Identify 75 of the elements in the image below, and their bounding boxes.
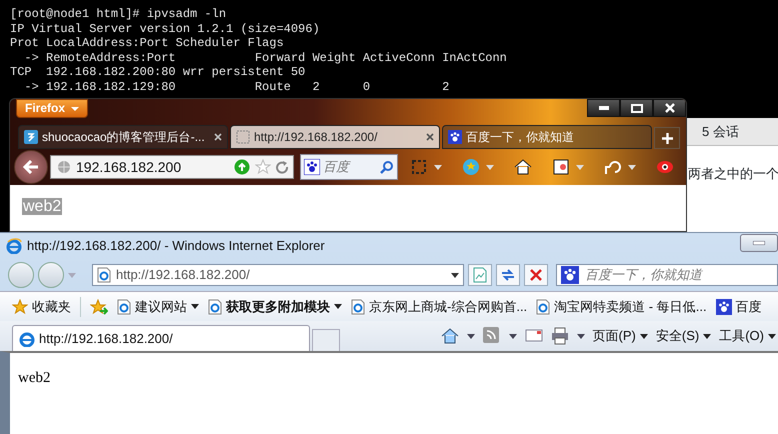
browser-tab[interactable]: shuocaocao的博客管理后台-... [18, 125, 228, 149]
favorites-item[interactable]: 百度 [716, 296, 762, 316]
terminal-line: IP Virtual Server version 1.2.1 (size=4096) [10, 22, 320, 36]
terminal-line: Prot LocalAddress:Port Scheduler Flags [10, 36, 284, 51]
back-button[interactable] [14, 150, 48, 184]
page-text: web2 [18, 370, 50, 386]
terminal-line: TCP 192.168.182.200:80 wrr persistent 50 [10, 65, 306, 80]
home-icon[interactable] [440, 327, 459, 345]
address-field[interactable]: http://192.168.182.200/ [92, 264, 464, 286]
favorites-item[interactable]: 京东网上商城-综合网购首... [351, 296, 528, 316]
badge-icon[interactable] [462, 158, 480, 176]
go-icon[interactable] [234, 159, 250, 175]
caret-icon[interactable] [576, 334, 585, 338]
paw-icon [561, 266, 579, 284]
star-icon[interactable] [255, 159, 271, 175]
favorites-item[interactable]: 淘宝网特卖频道 - 每日低... [536, 296, 707, 316]
page-icon [351, 298, 365, 314]
favorites-item[interactable]: 获取更多附加模块 [208, 296, 342, 316]
minimize-icon [753, 241, 765, 245]
page-icon [117, 298, 131, 314]
maximize-icon [630, 104, 642, 112]
close-icon [664, 103, 674, 113]
globe-icon [57, 160, 71, 174]
terminal-line: -> 192.168.182.129:80 Route 2 0 2 [23, 80, 450, 95]
crop-icon[interactable] [410, 158, 428, 176]
search-field[interactable]: 百度一下，你就知道 [556, 264, 778, 286]
blank-page-icon [236, 130, 250, 144]
compatibility-button[interactable] [468, 264, 492, 286]
menu-button[interactable]: 页面(P) [592, 326, 648, 346]
plus-icon [662, 132, 672, 144]
reload-icon[interactable] [276, 160, 289, 174]
home-icon[interactable] [514, 158, 532, 176]
caret-icon[interactable] [466, 334, 475, 338]
paw-icon [448, 130, 462, 144]
favorites-item[interactable]: 收藏夹 [12, 296, 71, 316]
menu-button[interactable]: 安全(S) [656, 326, 712, 346]
print-icon[interactable] [550, 327, 569, 345]
close-icon[interactable] [214, 133, 222, 141]
page-icon [536, 298, 550, 314]
selected-text: web2 [22, 198, 62, 215]
browser-icon [6, 238, 22, 254]
address-field[interactable]: 192.168.182.200 [50, 155, 294, 179]
feed-icon[interactable] [482, 327, 501, 345]
maximize-button[interactable] [620, 99, 653, 117]
browser-tab[interactable]: http://192.168.182.200/ [12, 325, 310, 351]
paw-icon [304, 159, 320, 175]
add-favorite-icon[interactable] [90, 298, 108, 314]
close-button[interactable] [653, 99, 686, 117]
search-icon [380, 160, 394, 174]
browser-tab[interactable]: http://192.168.182.200/ [230, 125, 440, 149]
terminal-line: [root@node1 html]# ipvsadm -ln [10, 7, 226, 22]
close-icon[interactable] [426, 133, 434, 141]
menu-button[interactable]: 工具(O) [719, 326, 776, 346]
caret-icon[interactable] [508, 334, 517, 338]
page-icon [208, 298, 222, 314]
minimize-icon [598, 106, 608, 110]
favorites-item[interactable]: 建议网站 [117, 296, 199, 316]
refresh-icon [500, 267, 516, 283]
eye-icon[interactable] [656, 158, 674, 176]
minimize-button[interactable] [587, 99, 620, 117]
refresh-button[interactable] [496, 264, 520, 286]
browser-icon [19, 330, 35, 346]
browser-tab[interactable]: 百度一下，你就知道 [442, 125, 652, 149]
new-tab-button[interactable] [654, 127, 680, 149]
back-arrow-icon [23, 160, 39, 174]
search-field[interactable]: 百度 [300, 154, 398, 180]
caret-icon[interactable] [451, 272, 459, 278]
page-icon [24, 130, 38, 144]
stop-icon [528, 267, 544, 283]
paw-icon [716, 298, 732, 314]
window-title: http://192.168.182.200/ - Windows Internet Explorer [27, 237, 326, 256]
terminal-line: -> RemoteAddress:Port Forward Weight ActiveConn InActConn [23, 50, 507, 66]
page-icon [97, 267, 111, 283]
star-icon [12, 298, 28, 314]
stop-button[interactable] [524, 264, 548, 286]
